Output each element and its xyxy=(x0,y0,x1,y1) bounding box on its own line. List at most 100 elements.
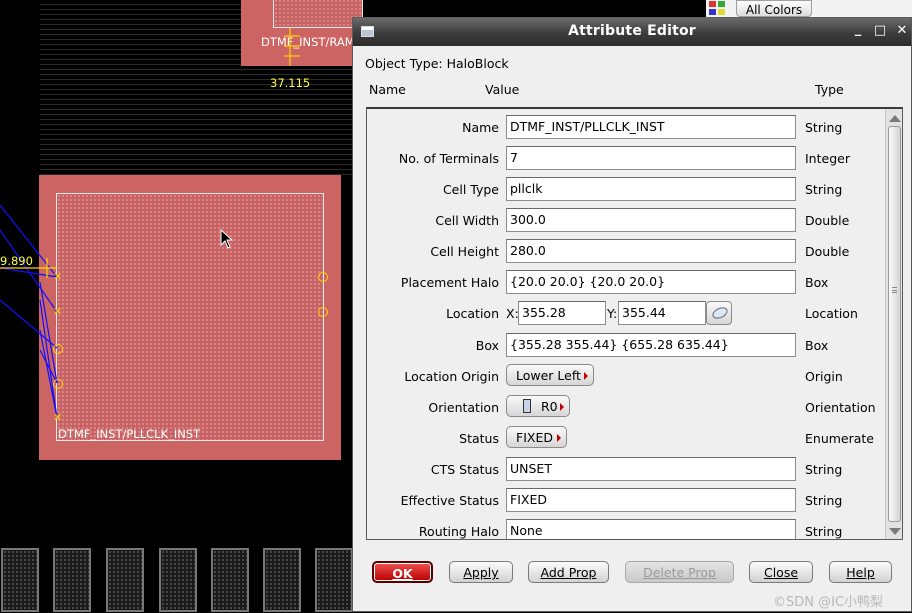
attribute-row: CTS Status UNSET String xyxy=(367,453,885,484)
attribute-label: Cell Width xyxy=(435,213,499,228)
object-type-value: HaloBlock xyxy=(446,56,509,71)
pin-marker[interactable]: ✕ xyxy=(53,412,62,423)
orientation-icon xyxy=(523,399,531,413)
scroll-down-icon[interactable] xyxy=(889,528,901,535)
dialog-titlebar[interactable]: Attribute Editor _ □ ✕ xyxy=(353,18,911,46)
orientation-value: R0 xyxy=(541,399,558,414)
delete-prop-button[interactable]: Delete Prop xyxy=(625,561,734,583)
dimension-left: 9.890 xyxy=(0,254,33,268)
menu-arrow-icon xyxy=(560,403,564,411)
placement-halo-field[interactable]: {20.0 20.0} {20.0 20.0} xyxy=(506,270,796,294)
location-origin-button[interactable]: Lower Left xyxy=(506,364,594,386)
name-field[interactable]: DTMF_INST/PLLCLK_INST xyxy=(506,115,796,139)
maximize-icon[interactable]: □ xyxy=(873,24,887,38)
attribute-type: String xyxy=(805,462,843,477)
attribute-label: Cell Height xyxy=(430,244,499,259)
io-pad[interactable] xyxy=(159,548,197,612)
attribute-label: Effective Status xyxy=(400,493,499,508)
status-button[interactable]: FIXED xyxy=(506,426,567,448)
attribute-type: Integer xyxy=(805,151,850,166)
cell-height-field[interactable]: 280.0 xyxy=(506,239,796,263)
pin-marker[interactable]: ✕ xyxy=(53,271,62,282)
attribute-list[interactable]: Name DTMF_INST/PLLCLK_INST String No. of… xyxy=(366,107,903,540)
attribute-label: Routing Halo xyxy=(418,524,499,539)
object-type-label: Object Type: xyxy=(365,56,443,71)
attribute-label: Location xyxy=(446,306,499,321)
add-prop-button[interactable]: Add Prop xyxy=(528,561,609,583)
attribute-row: Cell Height 280.0 Double xyxy=(367,235,885,266)
watermark: ©SDN @IC小鸭梨 xyxy=(773,595,884,610)
attribute-type: Double xyxy=(805,213,850,228)
attribute-type: Box xyxy=(805,338,829,353)
attribute-type: Origin xyxy=(805,369,843,384)
attribute-row: Cell Width 300.0 Double xyxy=(367,204,885,235)
attribute-label: Box xyxy=(475,338,499,353)
close-icon[interactable]: ✕ xyxy=(895,24,909,38)
column-header-type: Type xyxy=(815,82,844,97)
ok-button[interactable]: OK xyxy=(372,561,433,583)
dimension-top: 37.115 xyxy=(270,76,311,90)
apply-button[interactable]: Apply xyxy=(449,561,513,583)
attribute-type: String xyxy=(805,182,843,197)
attribute-row: Location X: 355.28 Y: 355.44 Location xyxy=(367,297,885,328)
io-pad[interactable] xyxy=(106,548,144,612)
pin-marker[interactable] xyxy=(53,344,63,354)
attribute-row: Routing Halo None String xyxy=(367,515,885,539)
pin-marker[interactable] xyxy=(53,379,63,389)
cell-type-field[interactable]: pllclk xyxy=(506,177,796,201)
location-origin-value: Lower Left xyxy=(516,368,581,383)
attribute-type: Double xyxy=(805,244,850,259)
attribute-row: Status FIXED Enumerate xyxy=(367,422,885,453)
attribute-type: Orientation xyxy=(805,400,876,415)
attribute-label: Cell Type xyxy=(442,182,499,197)
color-palette-icon[interactable] xyxy=(709,1,729,17)
io-pad[interactable] xyxy=(315,548,353,612)
cts-status-field[interactable]: UNSET xyxy=(506,457,796,481)
attribute-label: Status xyxy=(459,431,499,446)
effective-status-field[interactable]: FIXED xyxy=(506,488,796,512)
routing-halo-field[interactable]: None xyxy=(506,519,796,539)
attribute-editor-dialog[interactable]: Attribute Editor _ □ ✕ Object Type: Halo… xyxy=(352,17,912,612)
attribute-label: Orientation xyxy=(428,400,499,415)
attribute-row: Name DTMF_INST/PLLCLK_INST String xyxy=(367,111,885,142)
mouse-cursor-icon xyxy=(220,229,234,249)
menu-arrow-icon xyxy=(557,434,561,442)
pick-location-icon[interactable] xyxy=(706,301,732,325)
all-colors-button[interactable]: All Colors xyxy=(736,0,812,17)
scroll-up-icon[interactable] xyxy=(889,115,901,122)
dialog-title: Attribute Editor xyxy=(568,23,696,39)
attribute-type: String xyxy=(805,493,843,508)
y-label: Y: xyxy=(607,306,618,321)
io-pad[interactable] xyxy=(1,548,39,612)
attribute-type: Location xyxy=(805,306,858,321)
box-field[interactable]: {355.28 355.44} {655.28 635.44} xyxy=(506,333,796,357)
io-pad[interactable] xyxy=(263,548,301,612)
terminals-field[interactable]: 7 xyxy=(506,146,796,170)
minimize-icon[interactable]: _ xyxy=(851,23,865,37)
cell-width-field[interactable]: 300.0 xyxy=(506,208,796,232)
attribute-label: CTS Status xyxy=(430,462,499,477)
grip-icon xyxy=(892,287,897,293)
location-x-field[interactable]: 355.28 xyxy=(518,301,606,325)
close-button[interactable]: Close xyxy=(749,561,813,583)
io-pad[interactable] xyxy=(211,548,249,612)
help-button[interactable]: Help xyxy=(829,561,892,583)
io-pad[interactable] xyxy=(53,548,91,612)
dialog-button-bar: OK Apply Add Prop Delete Prop Close Help… xyxy=(353,555,911,613)
pin-marker[interactable]: ✕ xyxy=(53,306,62,317)
attribute-label: Placement Halo xyxy=(400,275,499,290)
pin-marker[interactable] xyxy=(318,307,328,317)
object-type: Object Type: HaloBlock xyxy=(365,56,509,71)
pin-marker[interactable] xyxy=(318,272,328,282)
attribute-row: Effective Status FIXED String xyxy=(367,484,885,515)
attribute-label: No. of Terminals xyxy=(398,151,499,166)
attribute-type: String xyxy=(805,120,843,135)
orientation-button[interactable]: R0 xyxy=(506,395,570,417)
vertical-scrollbar[interactable] xyxy=(885,109,902,539)
attribute-type: String xyxy=(805,524,843,539)
scroll-thumb[interactable] xyxy=(888,126,901,522)
attribute-row: Location Origin Lower Left Origin xyxy=(367,360,885,391)
status-value: FIXED xyxy=(516,430,553,445)
location-y-field[interactable]: 355.44 xyxy=(618,301,706,325)
column-header-value: Value xyxy=(485,82,520,97)
